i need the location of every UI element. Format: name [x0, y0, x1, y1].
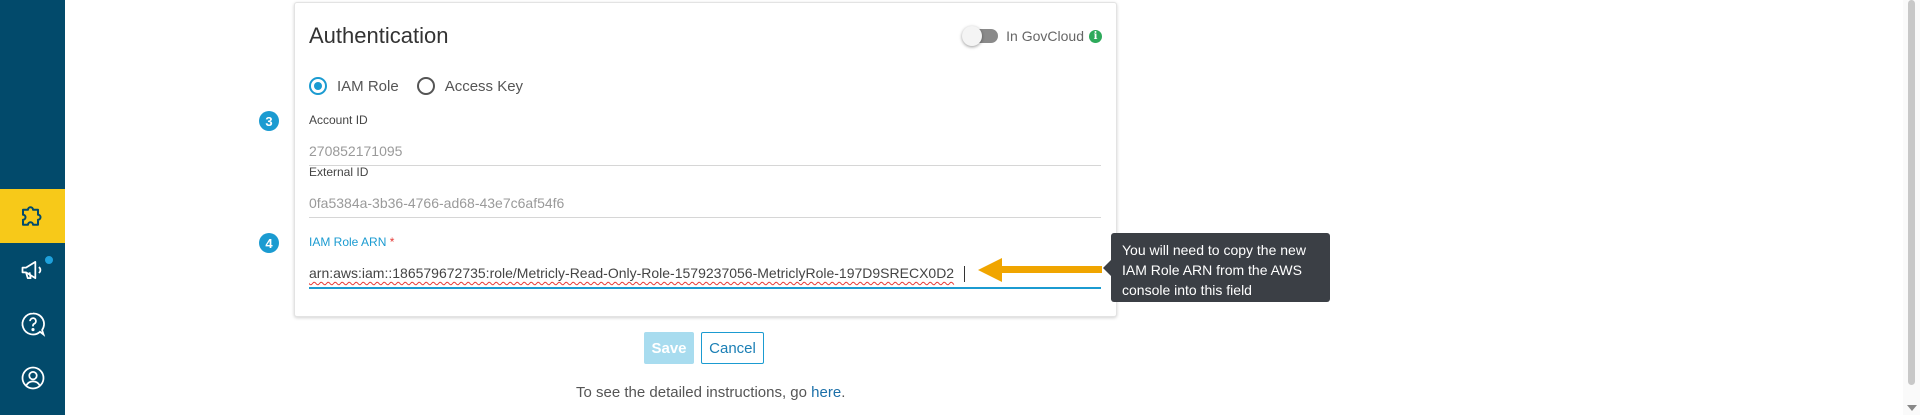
text-cursor — [964, 266, 966, 283]
scroll-down-icon[interactable] — [1907, 405, 1917, 411]
step-4-badge: 4 — [259, 233, 279, 253]
sidebar — [0, 0, 65, 415]
card-title: Authentication — [309, 23, 449, 48]
iam-role-arn-value: arn:aws:iam::186579672735:role/Metricly-… — [309, 265, 955, 281]
instructions-suffix: . — [841, 384, 846, 401]
instructions-text: To see the detailed instructions, go her… — [576, 384, 845, 401]
info-icon[interactable]: i — [1089, 29, 1102, 43]
iam-role-arn-label-text: IAM Role ARN — [309, 235, 387, 249]
account-id-label: Account ID — [309, 113, 368, 127]
user-icon — [21, 366, 44, 390]
access-key-radio[interactable] — [416, 77, 435, 95]
external-id-label: External ID — [309, 165, 369, 179]
govcloud-label: In GovCloud — [1006, 28, 1084, 44]
step-3-badge: 3 — [259, 111, 279, 131]
account-id-value: 270852171095 — [309, 143, 1101, 166]
govcloud-toggle[interactable] — [962, 26, 999, 46]
sidebar-item-announcements[interactable] — [0, 243, 65, 297]
auth-type-radio-group: IAM Role Access Key — [309, 77, 541, 95]
puzzle-icon — [21, 206, 41, 226]
notification-dot — [44, 255, 54, 265]
cancel-button[interactable]: Cancel — [701, 332, 764, 364]
govcloud-toggle-group: In GovCloud i — [962, 26, 1102, 46]
scrollbar-thumb[interactable] — [1908, 0, 1915, 385]
sidebar-item-integrations[interactable] — [0, 189, 65, 243]
megaphone-icon — [21, 260, 41, 280]
required-asterisk: * — [389, 235, 395, 249]
save-button[interactable]: Save — [644, 332, 694, 364]
external-id-value: 0fa5384a-3b36-4766-ad68-43e7c6af54f6 — [309, 195, 1101, 218]
page-scrollbar[interactable] — [1903, 0, 1920, 415]
access-key-radio-label[interactable]: Access Key — [445, 78, 523, 95]
account-id-field: Account ID 270852171095 — [309, 113, 1101, 166]
iam-role-radio-label[interactable]: IAM Role — [337, 78, 399, 95]
pointer-arrow-icon — [978, 258, 1102, 282]
instructions-link[interactable]: here — [811, 384, 841, 401]
help-tooltip: You will need to copy the new IAM Role A… — [1103, 233, 1330, 302]
instructions-prefix: To see the detailed instructions, go — [576, 384, 812, 401]
toggle-knob — [962, 26, 983, 46]
iam-role-arn-label: IAM Role ARN * — [309, 235, 1101, 249]
sidebar-item-help[interactable] — [0, 297, 65, 351]
iam-role-radio[interactable] — [309, 77, 327, 95]
external-id-field: External ID 0fa5384a-3b36-4766-ad68-43e7… — [309, 165, 1101, 218]
sidebar-item-account[interactable] — [0, 351, 65, 405]
help-icon — [21, 312, 45, 337]
